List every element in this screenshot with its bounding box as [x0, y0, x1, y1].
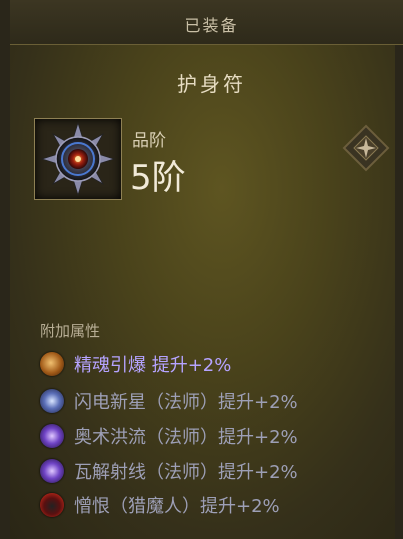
item-name: 护身符	[177, 72, 246, 96]
grade-label: 品阶	[132, 131, 166, 151]
attribute-row: 瓦解射线（法师）提升+2%	[40, 457, 298, 485]
attribute-row: 憎恨（猎魔人）提升+2%	[40, 491, 280, 519]
item-icon-frame[interactable]	[34, 118, 122, 200]
attribute-text: 奥术洪流（法师）提升+2%	[74, 427, 298, 448]
lightning-nova-icon	[40, 389, 64, 413]
arcane-torrent-icon	[40, 424, 64, 448]
attribute-row: 奥术洪流（法师）提升+2%	[40, 422, 298, 450]
attribute-text: 精魂引爆 提升+2%	[74, 355, 232, 376]
attribute-row: 精魂引爆 提升+2%	[40, 350, 231, 378]
disintegrate-icon	[40, 459, 64, 483]
gem-socket-icon[interactable]	[342, 124, 390, 176]
tooltip-header: 已装备	[10, 0, 403, 45]
amulet-icon	[40, 121, 116, 197]
attribute-text: 瓦解射线（法师）提升+2%	[74, 462, 298, 483]
spirit-explosion-icon	[40, 352, 64, 376]
attributes-section-title: 附加属性	[40, 322, 101, 340]
equipped-label: 已装备	[184, 16, 239, 35]
attribute-text: 闪电新星（法师）提升+2%	[74, 392, 298, 413]
attribute-text: 憎恨（猎魔人）提升+2%	[74, 496, 280, 517]
grade-value: 5阶	[130, 158, 186, 198]
attribute-row: 闪电新星（法师）提升+2%	[40, 387, 298, 415]
hatred-icon	[40, 493, 64, 517]
item-tooltip-panel: 已装备 护身符 品阶 5阶 附加属性 精魂引爆 提升+2% 闪电新星（法师）提升…	[0, 0, 403, 539]
